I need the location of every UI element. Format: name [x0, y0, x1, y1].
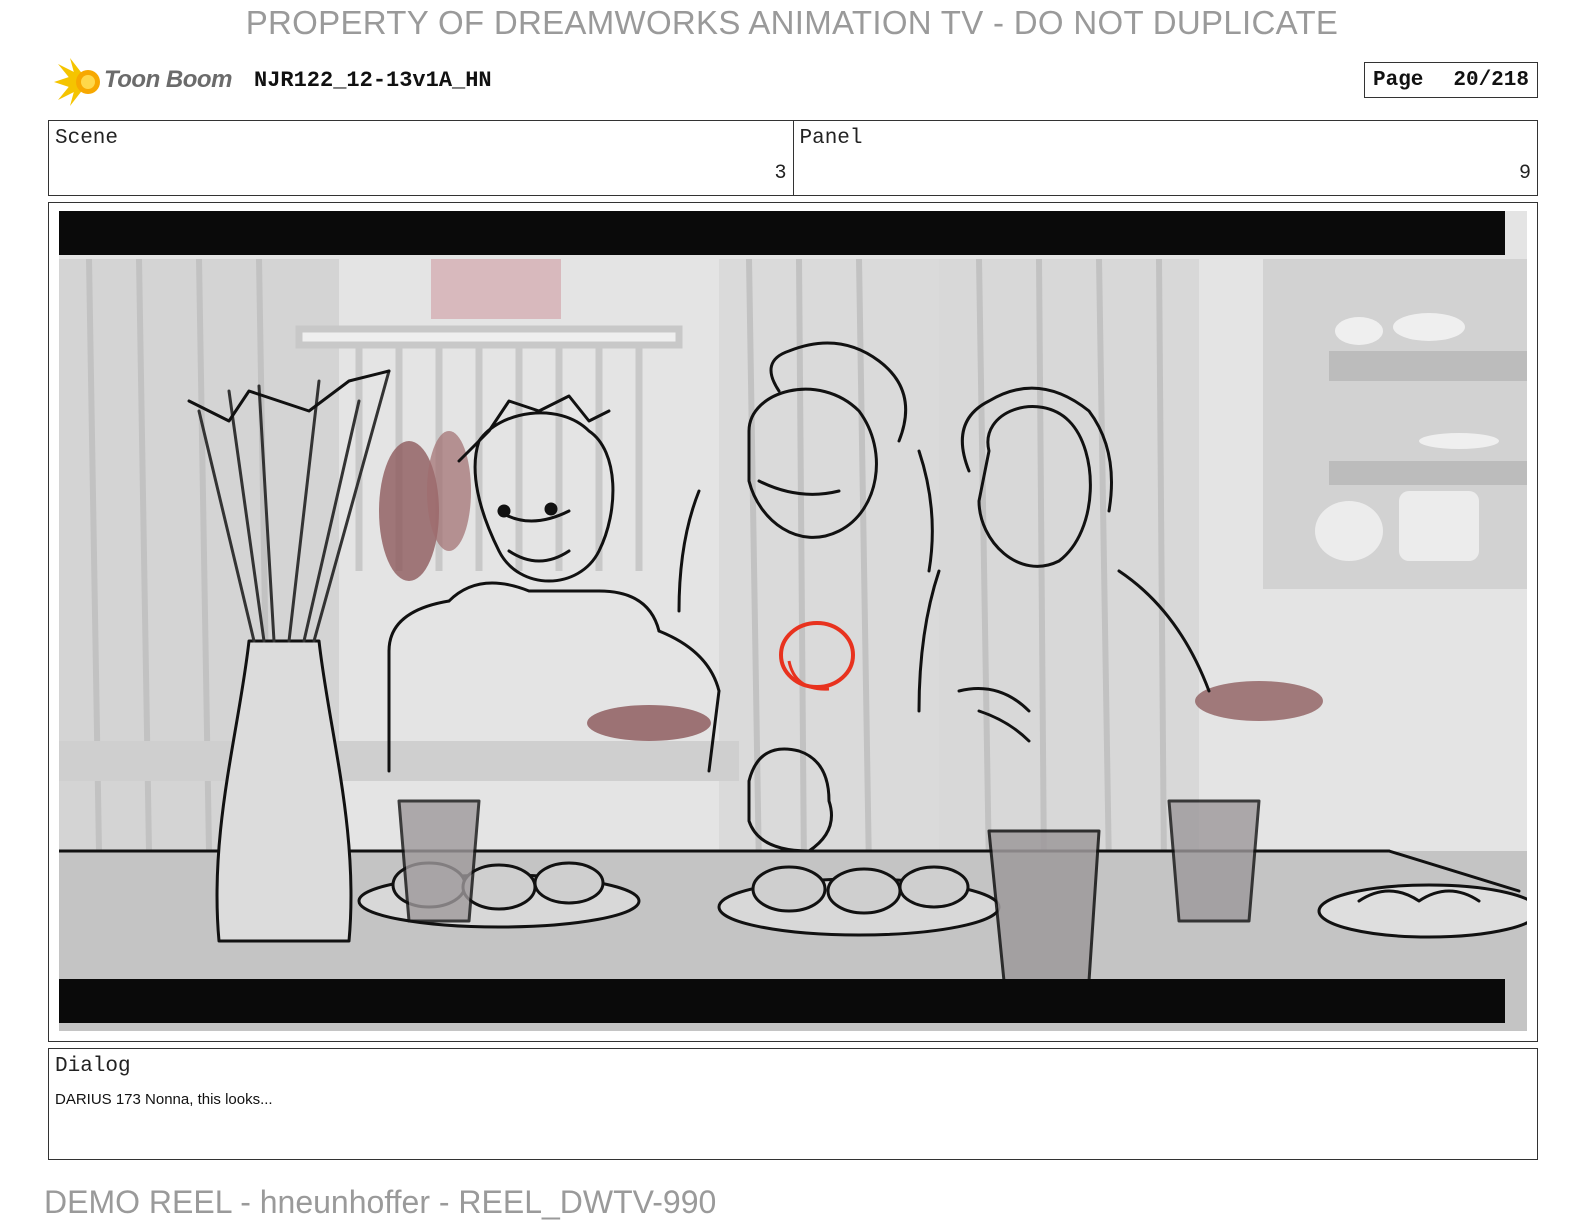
dialog-label: Dialog [55, 1055, 131, 1078]
page-header: Toon Boom NJR122_12-13v1A_HN Page 20/218 [48, 54, 1538, 110]
scene-number: 3 [774, 162, 787, 185]
panel-label: Panel [799, 127, 863, 150]
logo-text: Toon Boom [104, 66, 232, 93]
watermark-text: PROPERTY OF DREAMWORKS ANIMATION TV - DO… [245, 4, 1339, 41]
page-number: 20/218 [1453, 68, 1529, 92]
scene-panel-row: Scene 3 Panel 9 [48, 120, 1538, 196]
letterbox-bottom [59, 979, 1505, 1023]
panel-number: 9 [1518, 162, 1531, 185]
dialog-box: Dialog DARIUS 173 Nonna, this looks... [48, 1048, 1538, 1160]
scene-cell: Scene 3 [49, 121, 793, 195]
storyboard-frame [48, 202, 1538, 1042]
panel-cell: Panel 9 [792, 121, 1538, 195]
page-indicator: Page 20/218 [1364, 62, 1538, 98]
page-label: Page [1373, 68, 1424, 92]
file-name: NJR122_12-13v1A_HN [254, 68, 492, 93]
footer-text: DEMO REEL - hneunhoffer - REEL_DWTV-990 [44, 1184, 717, 1220]
right-shelves [1263, 259, 1527, 589]
dialog-text: DARIUS 173 Nonna, this looks... [55, 1091, 273, 1108]
letterbox-top [59, 211, 1505, 255]
starburst-icon [54, 58, 100, 106]
toon-boom-logo: Toon Boom [48, 54, 248, 110]
scene-label: Scene [55, 127, 119, 150]
storyboard-drawing [59, 211, 1527, 1031]
window-shape [431, 259, 561, 319]
